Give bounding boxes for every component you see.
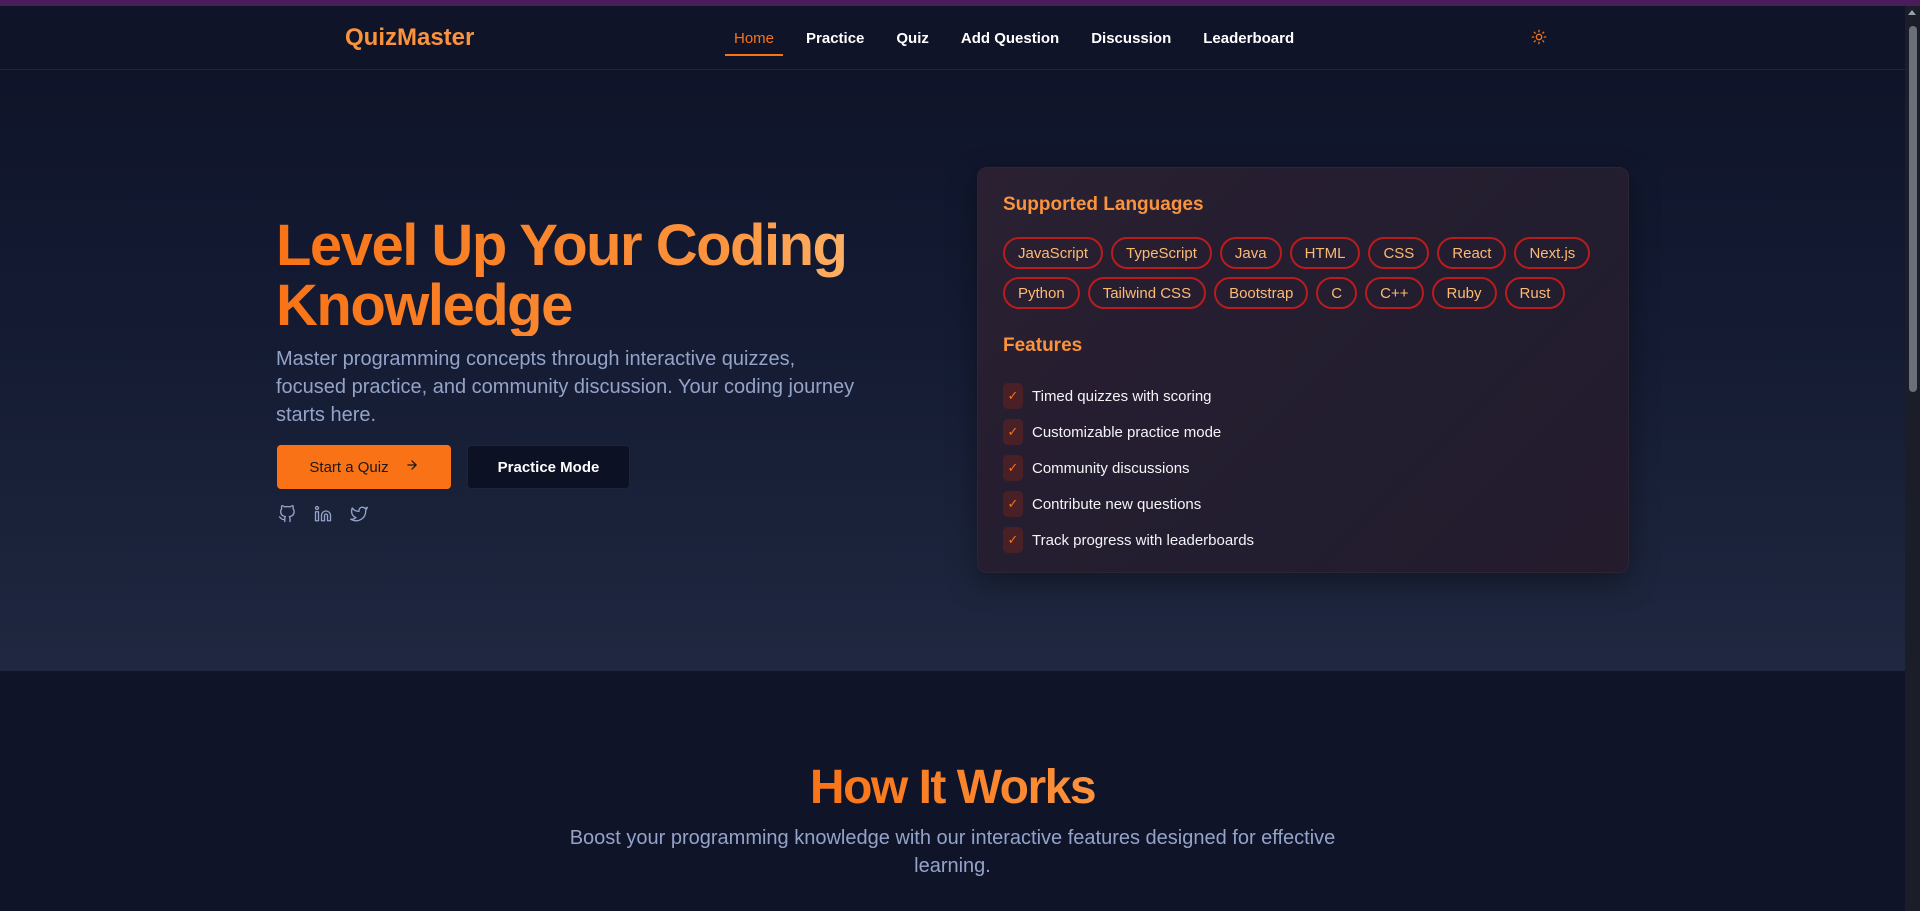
language-tag[interactable]: C++ [1365,277,1424,309]
language-tag[interactable]: Java [1219,237,1282,269]
linkedin-icon[interactable] [314,505,332,523]
hero-title: Level Up Your Coding Knowledge [276,216,896,336]
nav-practice[interactable]: Practice [794,6,876,70]
how-it-works-title-text: How It Works [809,761,1097,814]
scrollbar-thumb[interactable] [1909,26,1917,392]
check-icon: ✓ [1003,527,1023,553]
language-tag[interactable]: JavaScript [1003,237,1104,269]
check-icon: ✓ [1003,491,1023,517]
feature-text: Customizable practice mode [1032,423,1222,441]
arrow-right-icon [405,458,419,476]
language-tag[interactable]: C [1316,277,1358,309]
nav-home[interactable]: Home [722,6,786,70]
feature-item: ✓ Contribute new questions [1003,486,1254,522]
twitter-icon[interactable] [350,505,368,523]
start-quiz-button[interactable]: Start a Quiz [277,445,451,489]
feature-item: ✓ Timed quizzes with scoring [1003,378,1254,414]
feature-item: ✓ Customizable practice mode [1003,414,1254,450]
feature-text: Timed quizzes with scoring [1032,387,1212,405]
languages-heading: Supported Languages [1003,194,1204,215]
practice-mode-button[interactable]: Practice Mode [467,445,630,489]
language-tag[interactable]: CSS [1368,237,1430,269]
language-tag[interactable]: Python [1003,277,1080,309]
feature-item: ✓ Community discussions [1003,450,1254,486]
sun-icon[interactable] [1528,26,1550,48]
language-tag[interactable]: React [1437,237,1507,269]
info-card: Supported Languages JavaScript TypeScrip… [977,167,1629,573]
how-it-works-subtitle: Boost your programming knowledge with ou… [569,827,1336,877]
check-icon: ✓ [1003,419,1023,445]
check-icon: ✓ [1003,455,1023,481]
language-tag[interactable]: Bootstrap [1214,277,1309,309]
feature-item: ✓ Track progress with leaderboards [1003,522,1254,558]
language-tags: JavaScript TypeScript Java HTML CSS Reac… [1003,237,1603,309]
hero-section: Level Up Your Coding Knowledge Master pr… [0,71,1905,671]
nav-leaderboard[interactable]: Leaderboard [1191,6,1306,70]
scroll-up-arrow-icon[interactable] [1908,10,1916,15]
feature-text: Track progress with leaderboards [1032,531,1255,549]
logo[interactable]: QuizMaster [345,24,474,52]
language-tag[interactable]: Tailwind CSS [1087,277,1207,309]
hero-subtitle: Master programming concepts through inte… [276,348,855,426]
how-it-works-title: How It Works [0,760,1905,815]
start-quiz-label: Start a Quiz [309,458,389,476]
nav-add-question[interactable]: Add Question [949,6,1071,70]
language-tag[interactable]: Ruby [1431,277,1497,309]
check-icon: ✓ [1003,383,1023,409]
language-tag[interactable]: HTML [1289,237,1361,269]
language-tag[interactable]: Rust [1504,277,1566,309]
social-links [278,505,368,523]
features-heading: Features [1003,335,1083,356]
page-scrollbar[interactable] [1905,6,1920,911]
feature-text: Contribute new questions [1032,495,1202,513]
features-list: ✓ Timed quizzes with scoring ✓ Customiza… [1003,378,1254,558]
language-tag[interactable]: Next.js [1514,237,1591,269]
github-icon[interactable] [278,505,296,523]
site-header: QuizMaster Home Practice Quiz Add Questi… [0,6,1905,70]
nav-quiz[interactable]: Quiz [884,6,941,70]
language-tag[interactable]: TypeScript [1111,237,1212,269]
main-nav: Home Practice Quiz Add Question Discussi… [718,6,1310,70]
nav-discussion[interactable]: Discussion [1079,6,1183,70]
feature-text: Community discussions [1032,459,1190,477]
